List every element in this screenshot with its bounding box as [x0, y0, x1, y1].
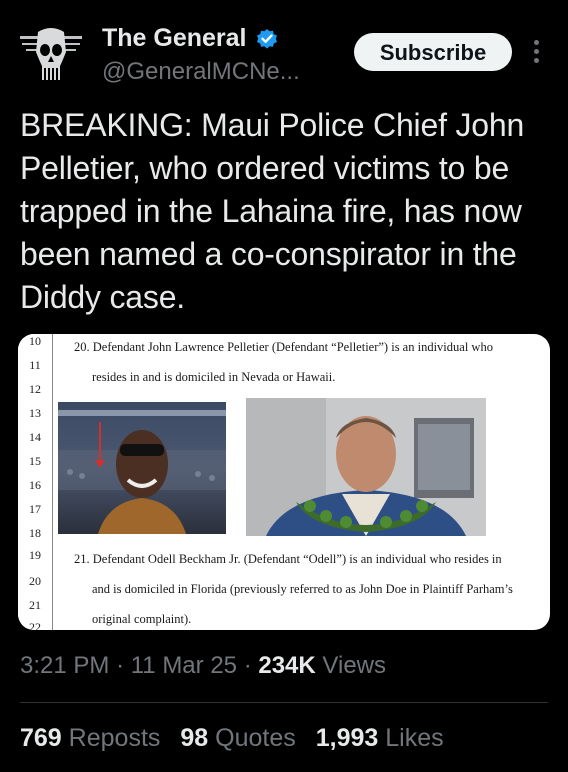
punisher-skull-icon: [16, 22, 86, 92]
views-label: Views: [322, 652, 386, 679]
line-number: 13: [29, 406, 41, 420]
line-number: 21: [29, 598, 41, 612]
line-number: 19: [29, 548, 41, 562]
tweet-media-image[interactable]: 10 11 12 13 14 15 16 17 18 19 20 21 22 2…: [18, 334, 550, 630]
separator-dot: ·: [243, 652, 252, 679]
views-count: 234K: [258, 652, 316, 679]
line-number: 11: [29, 358, 41, 372]
author-avatar[interactable]: [16, 22, 86, 92]
reposts-label: Reposts: [68, 724, 161, 752]
paragraph-20-line-2: resides in and is domiciled in Nevada or…: [92, 370, 336, 384]
tweet-text-line: BREAKING: Maui Police Chief John: [20, 107, 525, 143]
quotes-count: 98: [180, 724, 209, 752]
tweet-text-line: Pelletier, who ordered victims to be: [20, 150, 510, 186]
line-number: 18: [29, 526, 41, 540]
paragraph-20-line-1: 20. Defendant John Lawrence Pelletier (D…: [74, 340, 493, 354]
line-number: 17: [29, 502, 41, 516]
tweet-date[interactable]: 11 Mar 25: [131, 652, 237, 679]
separator-dot: ·: [116, 652, 125, 679]
more-options-icon[interactable]: [528, 40, 544, 68]
line-number: 10: [29, 334, 41, 348]
author-name-row[interactable]: The General: [102, 24, 279, 53]
line-number: 16: [29, 478, 41, 492]
tweet-text-line: been named a co-conspirator in the: [20, 236, 517, 272]
photo-man-with-lei: [246, 398, 486, 536]
author-handle[interactable]: @GeneralMCNe...: [102, 58, 300, 86]
verified-badge-icon: [256, 28, 277, 49]
quotes-stat[interactable]: 98 Quotes: [180, 724, 295, 753]
line-number: 12: [29, 382, 41, 396]
author-name[interactable]: The General: [102, 24, 247, 53]
line-number: 22: [29, 620, 41, 630]
line-number: 20: [29, 574, 41, 588]
likes-stat[interactable]: 1,993 Likes: [316, 724, 444, 753]
tweet-text: BREAKING: Maui Police Chief John Pelleti…: [20, 104, 550, 319]
tweet-meta: 3:21 PM · 11 Mar 25 · 234K Views: [20, 652, 386, 680]
paragraph-21-line-2: and is domiciled in Florida (previously …: [92, 582, 513, 596]
paragraph-21-line-1: 21. Defendant Odell Beckham Jr. (Defenda…: [74, 552, 502, 566]
likes-label: Likes: [385, 724, 444, 752]
subscribe-button[interactable]: Subscribe: [354, 33, 512, 71]
reposts-stat[interactable]: 769 Reposts: [20, 724, 160, 753]
likes-count: 1,993: [315, 724, 379, 752]
photo-stadium-selfie: [58, 402, 226, 534]
line-number-gutter: 10 11 12 13 14 15 16 17 18 19 20 21 22: [18, 334, 53, 630]
tweet-text-line: Diddy case.: [20, 279, 185, 315]
divider: [20, 702, 548, 703]
quotes-label: Quotes: [215, 724, 296, 752]
line-number: 14: [29, 430, 41, 444]
tweet-text-line: trapped in the Lahaina fire, has now: [20, 193, 522, 229]
reposts-count: 769: [20, 724, 62, 752]
line-number: 15: [29, 454, 41, 468]
engagement-stats: 769 Reposts 98 Quotes 1,993 Likes: [20, 724, 444, 753]
tweet-time[interactable]: 3:21 PM: [20, 652, 109, 679]
paragraph-21-line-3: original complaint).: [92, 612, 192, 626]
